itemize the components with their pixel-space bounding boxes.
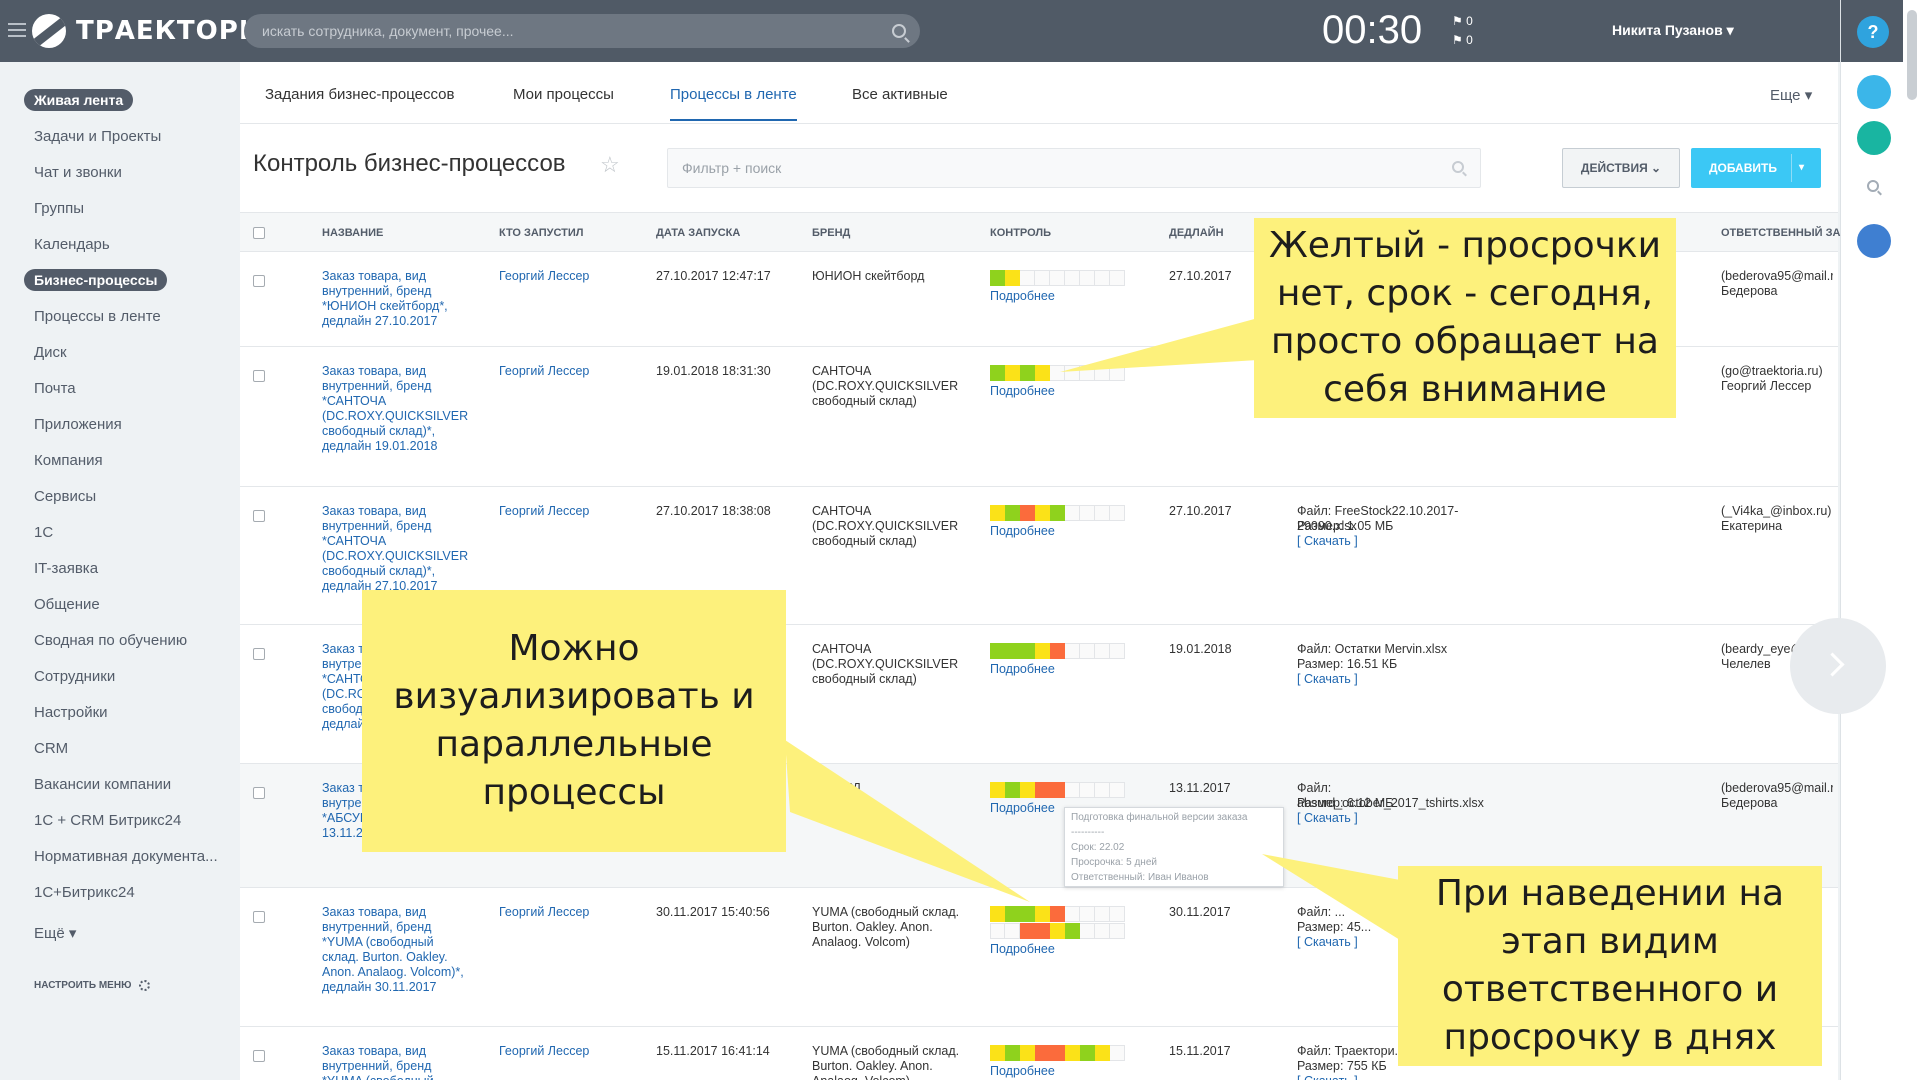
callout-yellow-text: Желтый - просрочки нет, срок - сегодня, …	[1268, 225, 1662, 410]
callout-parallel-text: Можно визуализировать и параллельные про…	[393, 628, 755, 813]
callout-hover-text: При наведении на этап видим ответственно…	[1435, 873, 1785, 1058]
screen: ТРАЕКТОРИЯ искать сотрудника, документ, …	[0, 0, 1920, 1080]
callout-parallel-processes: Можно визуализировать и параллельные про…	[362, 590, 786, 852]
callout-yellow-explanation: Желтый - просрочки нет, срок - сегодня, …	[1254, 218, 1676, 418]
callout-hover-info: При наведении на этап видим ответственно…	[1398, 866, 1822, 1066]
